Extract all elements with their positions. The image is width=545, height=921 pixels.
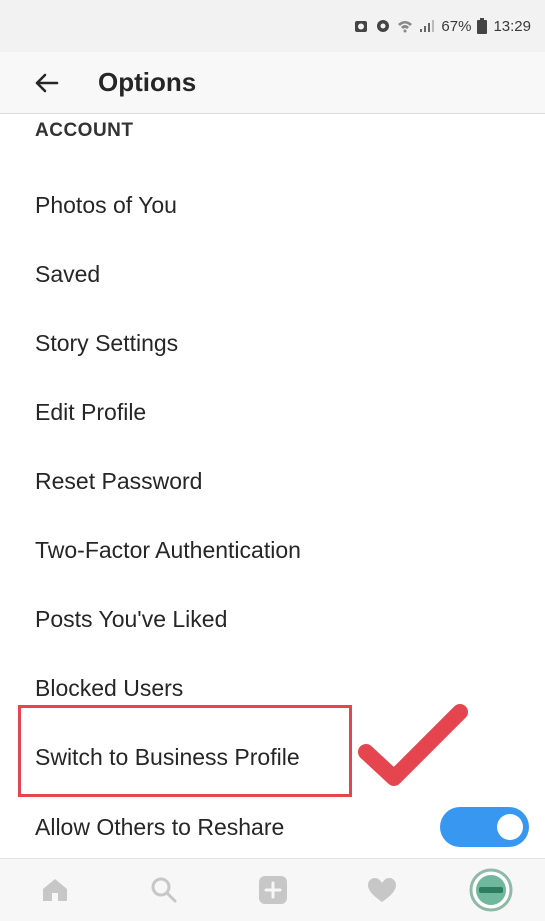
option-reset-password[interactable]: Reset Password	[35, 461, 202, 501]
option-saved[interactable]: Saved	[35, 254, 100, 294]
battery-icon	[477, 18, 488, 34]
notification-icon	[375, 18, 391, 34]
battery-percent: 67%	[441, 17, 472, 35]
toggle-knob	[497, 814, 523, 840]
option-blocked-users[interactable]: Blocked Users	[35, 668, 183, 708]
avatar[interactable]	[461, 860, 521, 920]
option-story-settings[interactable]: Story Settings	[35, 323, 178, 363]
option-edit-profile[interactable]: Edit Profile	[35, 392, 146, 432]
app-header: Options	[0, 52, 545, 114]
heart-icon[interactable]	[352, 860, 412, 920]
page-title: Options	[98, 67, 197, 97]
home-icon[interactable]	[25, 860, 85, 920]
option-two-factor-authentication[interactable]: Two-Factor Authentication	[35, 530, 301, 570]
wifi-icon	[397, 19, 413, 33]
option-allow-others-to-reshare: Allow Others to Reshare	[35, 813, 285, 840]
signal-icon	[419, 19, 435, 33]
section-header-account: ACCOUNT	[35, 120, 134, 141]
bottom-tab-bar	[0, 858, 545, 921]
option-posts-youve-liked[interactable]: Posts You've Liked	[35, 599, 227, 639]
highlight-box	[18, 705, 352, 797]
back-arrow-icon[interactable]	[32, 68, 62, 98]
clock: 13:29	[493, 17, 531, 35]
option-photos-of-you[interactable]: Photos of You	[35, 185, 177, 225]
search-icon[interactable]	[134, 860, 194, 920]
checkmark-icon	[358, 700, 468, 795]
add-icon[interactable]	[243, 860, 303, 920]
reshare-toggle[interactable]	[440, 807, 529, 847]
alarm-icon	[353, 18, 369, 34]
status-bar: 67% 13:29	[0, 0, 545, 52]
